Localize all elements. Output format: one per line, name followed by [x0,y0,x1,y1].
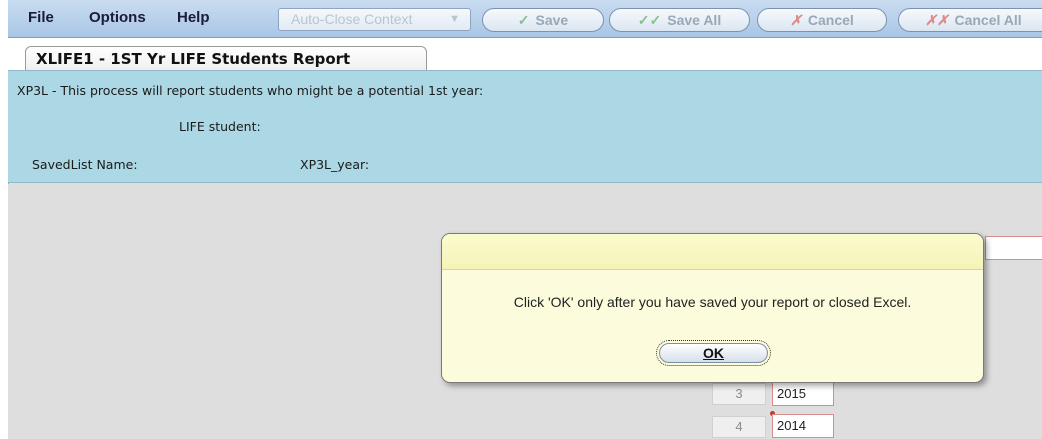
confirm-dialog: Click 'OK' only after you have saved you… [441,233,984,383]
ok-button-label: OK [659,343,768,363]
x-icon: ✗ [790,11,802,28]
ok-button[interactable]: OK [656,340,771,366]
dialog-message: Click 'OK' only after you have saved you… [513,294,912,310]
chevron-down-icon: ▼ [449,13,460,25]
dropdown-label: Auto-Close Context [291,11,413,27]
save-button-label: Save [535,12,569,28]
year-option[interactable]: 2015 [772,382,834,406]
tab-strip: XLIFE1 - 1ST Yr LIFE Students Report [8,38,1042,72]
row-number: 3 [712,383,766,405]
menu-bar: File Options Help Auto-Close Context ▼ ✓… [8,0,1042,38]
save-all-button[interactable]: ✓✓ Save All [609,8,750,32]
life-student-label: LIFE student: [179,119,261,134]
check-icon: ✓ [517,11,530,28]
process-description: XP3L - This process will report students… [17,83,484,98]
tab-xlife1-report[interactable]: XLIFE1 - 1ST Yr LIFE Students Report [25,46,427,72]
cancel-all-button[interactable]: ✗✗ Cancel All [898,8,1042,32]
report-info-panel: XP3L - This process will report students… [8,70,1042,183]
menu-file[interactable]: File [28,9,54,26]
menu-options[interactable]: Options [89,9,146,26]
cancel-button-label: Cancel [807,12,854,28]
savedlist-name-label: SavedList Name: [32,157,138,172]
cancel-button[interactable]: ✗ Cancel [757,8,887,32]
save-all-button-label: Save All [667,12,722,28]
dialog-header [442,234,983,270]
obscured-input-field[interactable] [985,236,1042,260]
double-check-icon: ✓✓ [637,11,662,28]
save-button[interactable]: ✓ Save [482,8,604,32]
cancel-all-button-label: Cancel All [954,12,1022,28]
menu-help[interactable]: Help [177,9,210,26]
row-number: 4 [712,416,766,438]
year-option[interactable]: 2014 [772,414,834,438]
xp3l-year-label: XP3L_year: [300,157,370,172]
auto-close-context-dropdown[interactable]: Auto-Close Context ▼ [278,8,471,31]
double-x-icon: ✗✗ [925,11,949,28]
